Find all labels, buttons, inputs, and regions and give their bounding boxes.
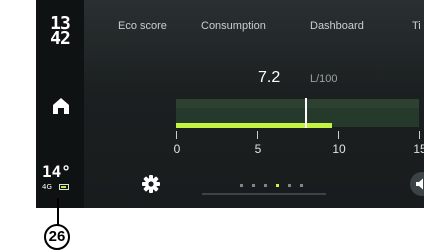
- tab-bar: Eco score Consumption Dashboard Ti: [84, 0, 424, 52]
- gauge-tick-label: 5: [254, 142, 262, 156]
- gauge-tick: [176, 131, 177, 139]
- main-panel: Eco score Consumption Dashboard Ti 7.2 L…: [84, 0, 424, 208]
- scroll-track: [202, 193, 326, 195]
- tab-consumption[interactable]: Consumption: [201, 20, 266, 32]
- network-indicator: 4G: [42, 183, 52, 191]
- volume-button[interactable]: [410, 172, 424, 196]
- settings-button[interactable]: [139, 172, 163, 196]
- page-dot[interactable]: [252, 184, 255, 187]
- gauge-tick-label: 0: [173, 142, 181, 156]
- consumption-value: 7.2: [258, 69, 281, 86]
- consumption-gauge-marker: [304, 98, 307, 128]
- clock-minute: 42: [50, 28, 71, 49]
- speaker-icon: [416, 178, 423, 190]
- page-dot[interactable]: [264, 184, 267, 187]
- outside-temperature: 14°: [42, 162, 71, 181]
- page-dot[interactable]: [300, 184, 303, 187]
- page-dot[interactable]: [240, 184, 243, 187]
- page-dot[interactable]: [288, 184, 291, 187]
- gauge-tick-label: 10: [332, 142, 346, 156]
- infotainment-screen: 13 42 14° 4G Eco score Consumption Dashb…: [36, 0, 424, 208]
- tab-dashboard[interactable]: Dashboard: [310, 20, 364, 32]
- tab-eco-score[interactable]: Eco score: [118, 20, 167, 32]
- gauge-tick: [419, 131, 420, 139]
- gauge-tick-label: 15: [413, 142, 424, 156]
- home-icon: [53, 98, 69, 114]
- gauge-tick: [338, 131, 339, 139]
- home-button[interactable]: [51, 94, 71, 116]
- consumption-unit: L/100: [310, 73, 338, 85]
- gauge-tick: [257, 131, 258, 139]
- consumption-gauge-fill: [176, 123, 332, 128]
- battery-icon: [59, 184, 69, 190]
- sidebar: 13 42 14° 4G: [36, 0, 84, 208]
- callout-leader-line: [57, 198, 59, 225]
- callout-number: 26: [44, 224, 70, 250]
- settings-gear-icon: [142, 175, 160, 193]
- tab-partial[interactable]: Ti: [412, 20, 421, 32]
- page-dot-active[interactable]: [276, 184, 279, 187]
